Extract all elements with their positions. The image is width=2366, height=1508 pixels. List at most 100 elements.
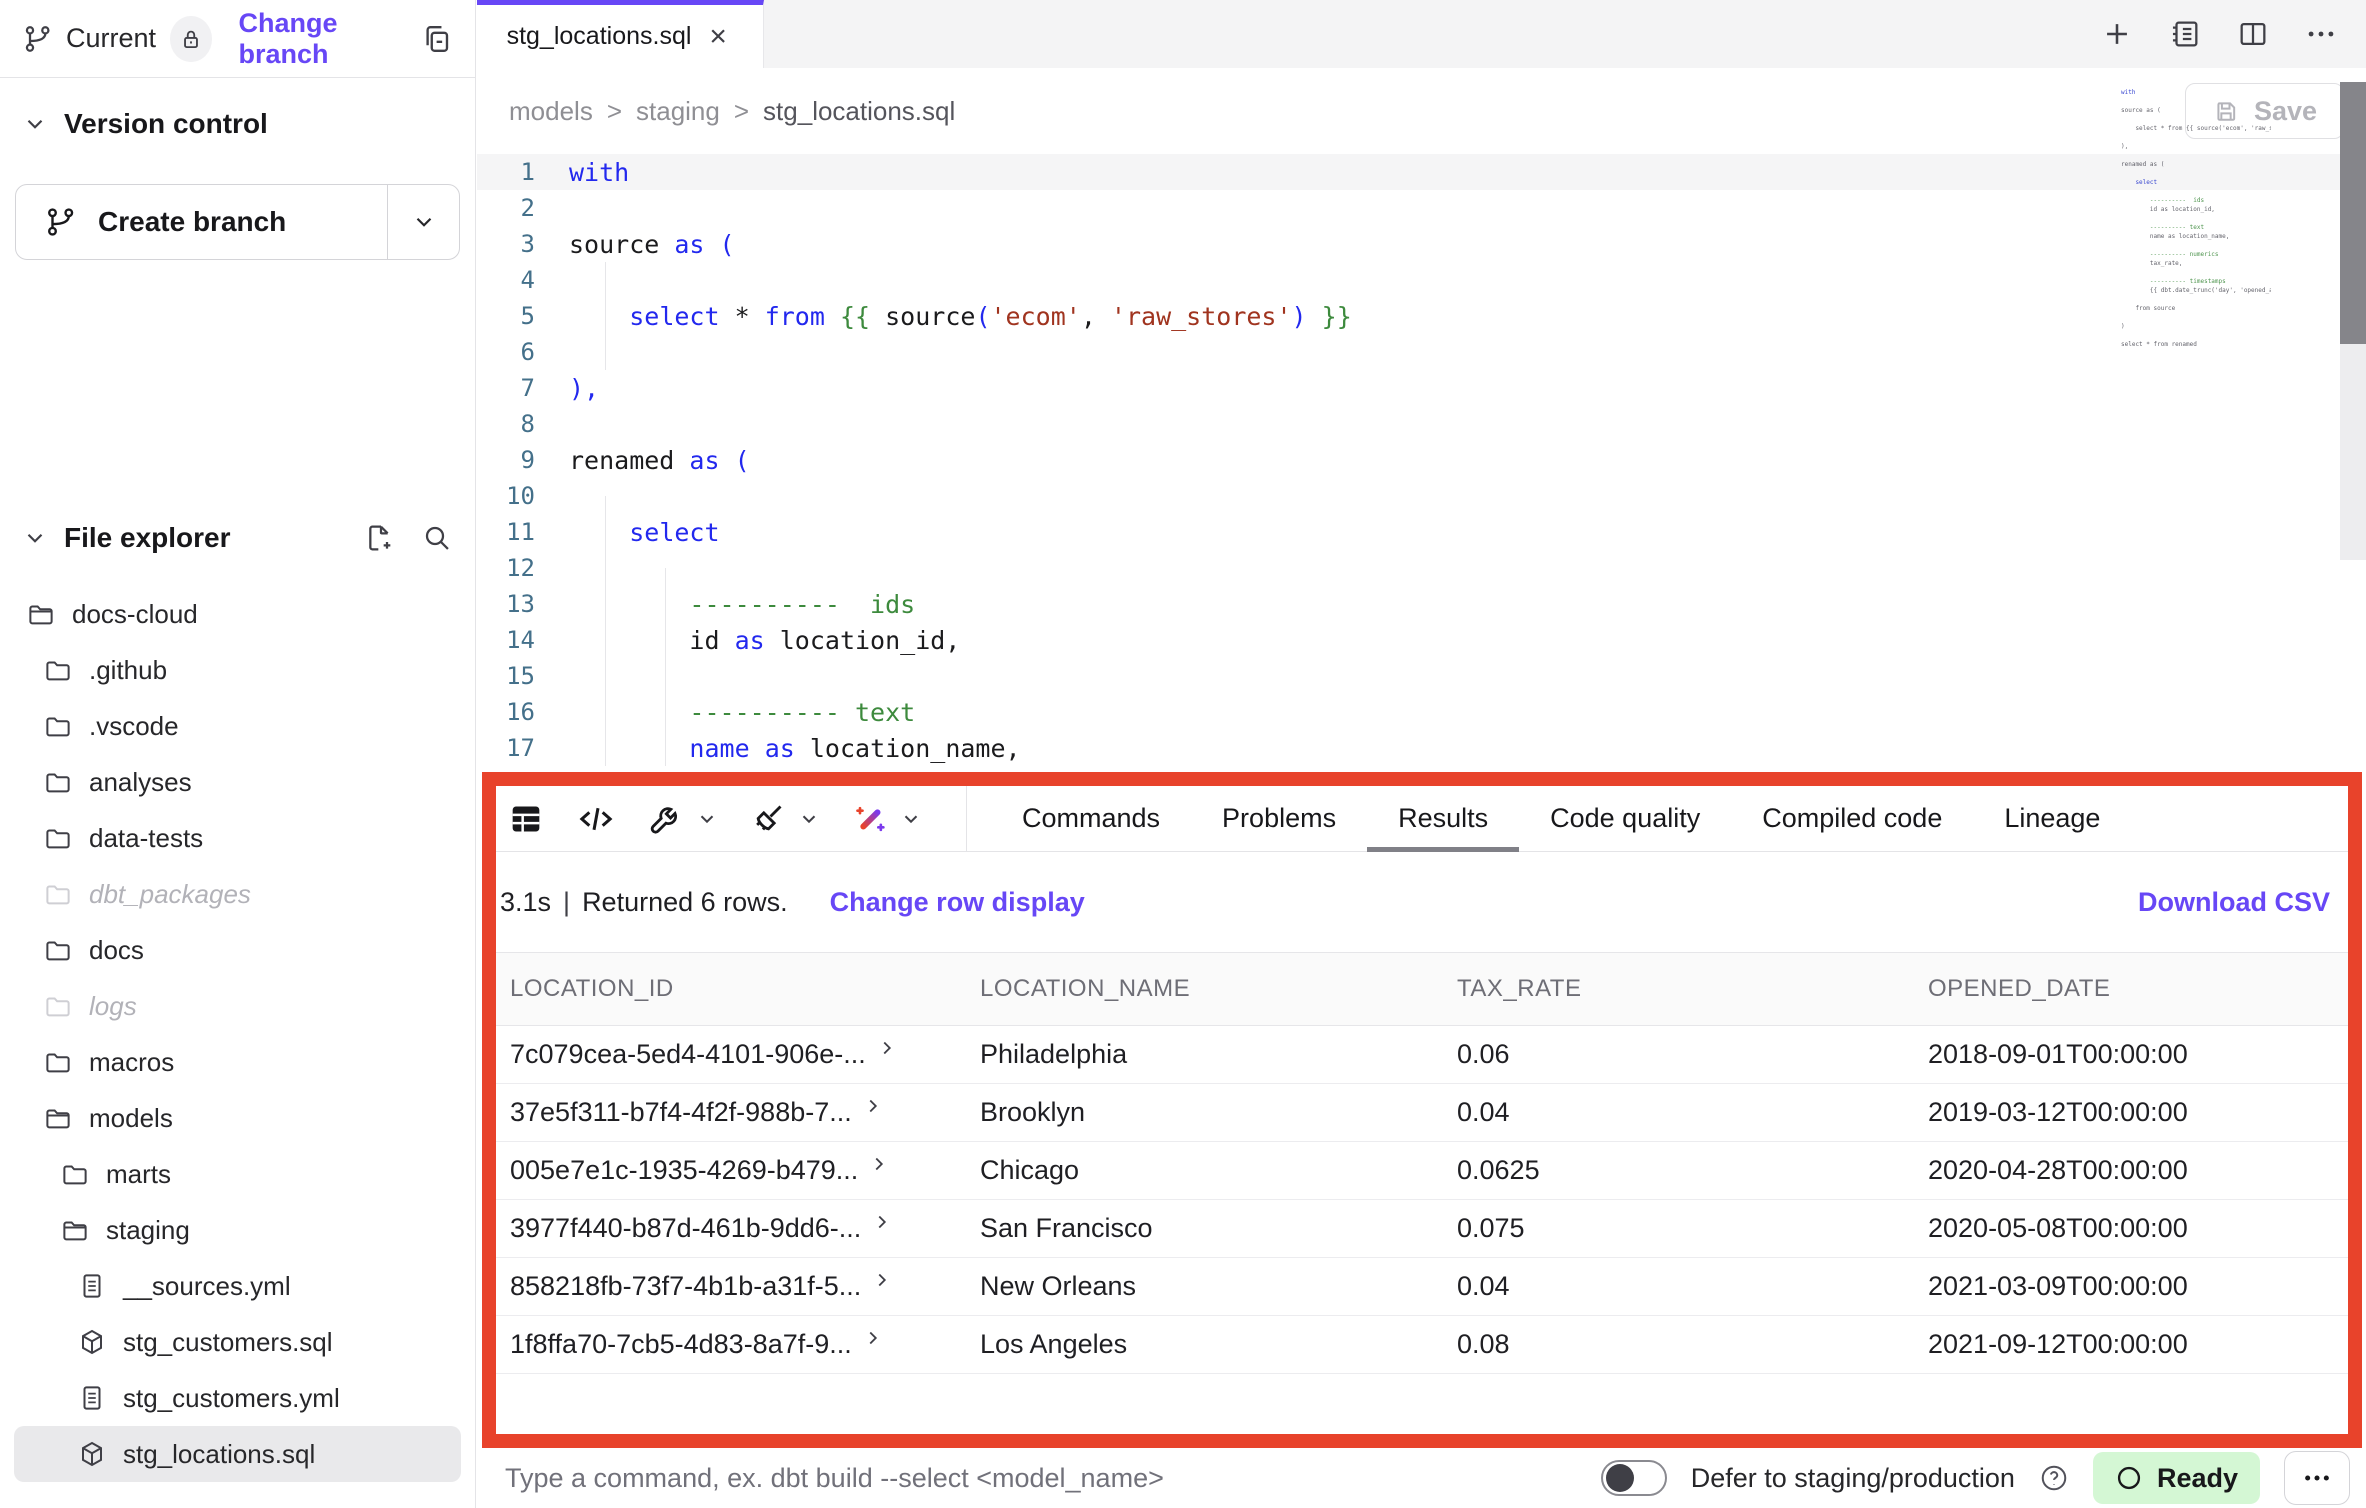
table-row[interactable]: 7c079cea-5ed4-4101-906e-...Philadelphia0… <box>496 1026 2348 1084</box>
defer-label: Defer to staging/production <box>1691 1463 2015 1494</box>
file-tree-item--github[interactable]: .github <box>14 642 461 698</box>
breadcrumb-item[interactable]: stg_locations.sql <box>763 96 955 127</box>
split-editor-icon[interactable] <box>2236 17 2270 51</box>
expand-cell-icon[interactable] <box>862 1329 884 1349</box>
command-bar: Defer to staging/production Ready <box>477 1448 2366 1508</box>
file-explorer-title: File explorer <box>64 522 231 554</box>
command-input[interactable] <box>505 1463 1601 1494</box>
file-explorer-header[interactable]: File explorer <box>0 518 475 558</box>
table-cell: 0.04 <box>1443 1097 1914 1128</box>
create-branch-dropdown[interactable] <box>387 185 459 259</box>
code-line-16[interactable]: 16 ---------- text <box>477 694 2366 730</box>
file-tree-item-marts[interactable]: marts <box>14 1146 461 1202</box>
cleanup-dropdown[interactable] <box>748 799 820 839</box>
file-tree-item-logs[interactable]: logs <box>14 978 461 1034</box>
code-line-10[interactable]: 10 <box>477 478 2366 514</box>
scrollbar-thumb[interactable] <box>2340 82 2366 344</box>
minimap[interactable]: with source as ( select * from {{ source… <box>2121 88 2271 349</box>
file-tree-item-dbt-packages[interactable]: dbt_packages <box>14 866 461 922</box>
code-line-2[interactable]: 2 <box>477 190 2366 226</box>
code-line-11[interactable]: 11 select <box>477 514 2366 550</box>
expand-cell-icon[interactable] <box>862 1097 884 1117</box>
code-line-6[interactable]: 6 <box>477 334 2366 370</box>
expand-cell-icon[interactable] <box>876 1039 898 1059</box>
column-header-tax_rate[interactable]: TAX_RATE <box>1443 975 1914 1003</box>
ai-assist-dropdown[interactable] <box>850 799 922 839</box>
column-header-location_id[interactable]: LOCATION_ID <box>496 975 966 1003</box>
results-tab-commands[interactable]: Commands <box>991 786 1191 851</box>
code-line-5[interactable]: 5 select * from {{ source('ecom', 'raw_s… <box>477 298 2366 334</box>
file-tree-item-stg-locations-sql[interactable]: stg_locations.sql <box>14 1426 461 1482</box>
file-tree-item--vscode[interactable]: .vscode <box>14 698 461 754</box>
defer-toggle[interactable] <box>1601 1460 1667 1496</box>
more-actions-button[interactable] <box>2284 1451 2350 1505</box>
notebook-icon[interactable] <box>2168 17 2202 51</box>
table-row[interactable]: 1f8ffa70-7cb5-4d83-8a7f-9...Los Angeles0… <box>496 1316 2348 1374</box>
code-line-9[interactable]: 9renamed as ( <box>477 442 2366 478</box>
doc-icon <box>77 1271 107 1301</box>
file-tree-item-docs-cloud[interactable]: docs-cloud <box>14 586 461 642</box>
new-file-icon[interactable] <box>363 522 395 554</box>
download-csv-link[interactable]: Download CSV <box>2138 887 2330 918</box>
column-header-opened_date[interactable]: OPENED_DATE <box>1914 975 2348 1003</box>
expand-cell-icon[interactable] <box>871 1213 893 1233</box>
results-tab-lineage[interactable]: Lineage <box>1973 786 2131 851</box>
cell-value: Philadelphia <box>980 1039 1127 1070</box>
change-branch-link[interactable]: Change branch <box>238 8 419 70</box>
results-tab-code-quality[interactable]: Code quality <box>1519 786 1731 851</box>
table-view-button[interactable] <box>506 799 546 839</box>
change-row-display-link[interactable]: Change row display <box>830 887 1085 918</box>
file-tree-item-macros[interactable]: macros <box>14 1034 461 1090</box>
close-icon[interactable]: × <box>709 25 733 49</box>
build-tools-dropdown[interactable] <box>646 799 718 839</box>
code-line-3[interactable]: 3source as ( <box>477 226 2366 262</box>
file-tree-item-stg-customers-sql[interactable]: stg_customers.sql <box>14 1314 461 1370</box>
help-icon[interactable] <box>2039 1463 2069 1493</box>
more-options-icon[interactable] <box>2304 17 2338 51</box>
new-tab-icon[interactable] <box>2100 17 2134 51</box>
magic-wand-icon <box>850 799 890 839</box>
table-row[interactable]: 005e7e1c-1935-4269-b479...Chicago0.06252… <box>496 1142 2348 1200</box>
file-tree-item-docs[interactable]: docs <box>14 922 461 978</box>
breadcrumb-item[interactable]: staging <box>636 96 720 127</box>
code-line-14[interactable]: 14 id as location_id, <box>477 622 2366 658</box>
results-tab-compiled-code[interactable]: Compiled code <box>1731 786 1973 851</box>
file-tree-item-data-tests[interactable]: data-tests <box>14 810 461 866</box>
file-tree-item--sources-yml[interactable]: __sources.yml <box>14 1258 461 1314</box>
file-tree-item-models[interactable]: models <box>14 1090 461 1146</box>
table-row[interactable]: 858218fb-73f7-4b1b-a31f-5...New Orleans0… <box>496 1258 2348 1316</box>
code-line-4[interactable]: 4 <box>477 262 2366 298</box>
version-control-header[interactable]: Version control <box>0 104 475 144</box>
results-tab-problems[interactable]: Problems <box>1191 786 1367 851</box>
table-row[interactable]: 37e5f311-b7f4-4f2f-988b-7...Brooklyn0.04… <box>496 1084 2348 1142</box>
expand-cell-icon[interactable] <box>871 1271 893 1291</box>
code-view-button[interactable] <box>576 799 616 839</box>
file-tree-item-analyses[interactable]: analyses <box>14 754 461 810</box>
file-tree-item-stg-customers-yml[interactable]: stg_customers.yml <box>14 1370 461 1426</box>
code-line-17[interactable]: 17 name as location_name, <box>477 730 2366 766</box>
table-cell: San Francisco <box>966 1213 1443 1244</box>
status-ready-button[interactable]: Ready <box>2093 1452 2260 1504</box>
cell-value: 2018-09-01T00:00:00 <box>1928 1039 2188 1070</box>
copy-icon[interactable] <box>420 21 453 57</box>
search-icon[interactable] <box>421 522 453 554</box>
code-line-1[interactable]: 1with <box>477 154 2366 190</box>
code-line-13[interactable]: 13 ---------- ids <box>477 586 2366 622</box>
results-tab-results[interactable]: Results <box>1367 786 1519 851</box>
chevron-down-icon <box>696 808 718 830</box>
create-branch-button[interactable]: Create branch <box>16 185 387 259</box>
breadcrumb-item[interactable]: models <box>509 96 593 127</box>
code-line-7[interactable]: 7), <box>477 370 2366 406</box>
expand-cell-icon[interactable] <box>868 1155 890 1175</box>
tab-stg-locations[interactable]: stg_locations.sql × <box>477 0 764 68</box>
line-content: select * from {{ source('ecom', 'raw_sto… <box>569 302 1352 331</box>
code-editor[interactable]: 1with23source as (45 select * from {{ so… <box>477 154 2366 766</box>
cell-value: New Orleans <box>980 1271 1136 1302</box>
file-tree-item-staging[interactable]: staging <box>14 1202 461 1258</box>
column-header-location_name[interactable]: LOCATION_NAME <box>966 975 1443 1003</box>
table-row[interactable]: 3977f440-b87d-461b-9dd6-...San Francisco… <box>496 1200 2348 1258</box>
code-line-12[interactable]: 12 <box>477 550 2366 586</box>
code-line-8[interactable]: 8 <box>477 406 2366 442</box>
code-line-15[interactable]: 15 <box>477 658 2366 694</box>
cell-value: 005e7e1c-1935-4269-b479... <box>510 1155 858 1186</box>
